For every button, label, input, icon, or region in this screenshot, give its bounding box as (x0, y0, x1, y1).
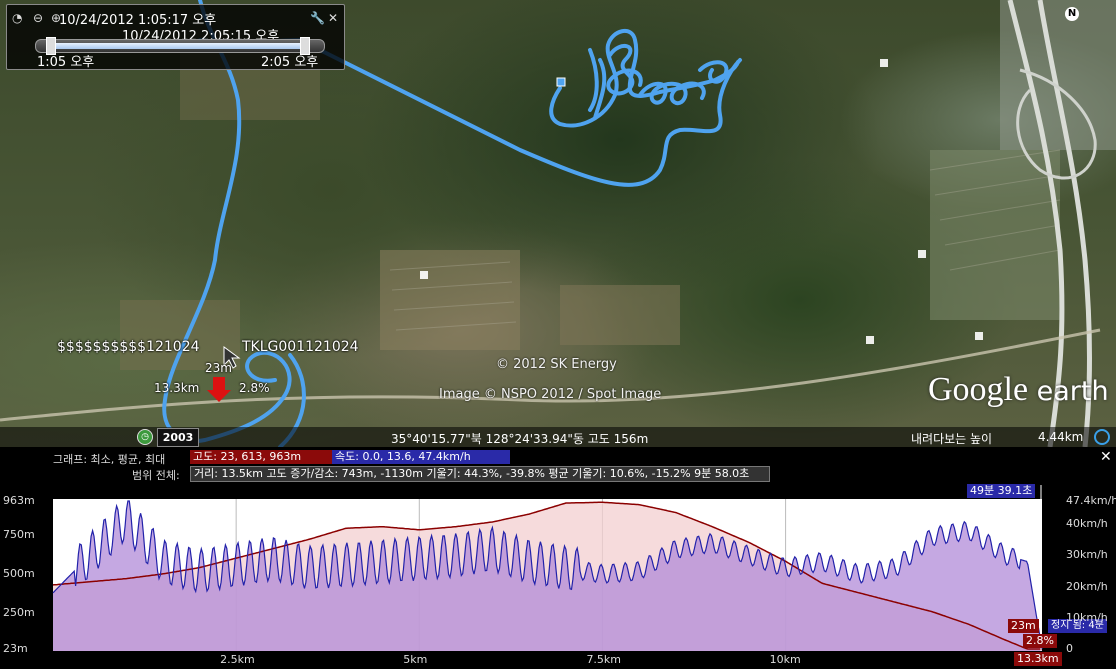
x-tick-label: 10km (769, 653, 801, 666)
wrench-icon[interactable]: 🔧 (310, 11, 325, 25)
profile-chart[interactable] (0, 447, 1116, 669)
zoom-out-time-icon[interactable]: ⊖ (33, 11, 43, 25)
marker-altitude: 23m (205, 361, 232, 375)
time-range-end: 2:05 오후 (261, 55, 319, 70)
speed-tick-label: 10km/h (1066, 610, 1108, 624)
copyright-spot: Image © NSPO 2012 / Spot Image (439, 387, 662, 402)
time-slider-panel: ◔ ⊖ ⊕ 10/24/2012 1:05:17 오후 🔧 ✕ 10/24/20… (6, 4, 345, 70)
eye-altitude-label: 내려다보는 높이 (911, 432, 993, 446)
time-badge: 49분 39.1초 (967, 484, 1036, 498)
clock-icon[interactable]: ◔ (12, 11, 22, 25)
x-tick-label: 5km (403, 653, 428, 666)
compass-north-icon[interactable]: N (1065, 7, 1079, 21)
streaming-status-icon (1094, 429, 1110, 445)
marker-distance: 13.3km (154, 381, 200, 395)
imagery-year[interactable]: 2003 (157, 428, 199, 447)
time-slider-range (50, 43, 306, 49)
marker-grade: 2.8% (239, 381, 270, 395)
altitude-tick-label: 500m (3, 566, 35, 580)
speed-tick-label: 0 (1066, 642, 1073, 655)
historical-imagery-icon[interactable]: ◷ (137, 429, 153, 445)
elevation-profile-panel: 그래프: 최소, 평균, 최대 고도: 23, 613, 963m 속도: 0.… (0, 447, 1116, 669)
track-name-left[interactable]: $$$$$$$$$$121024 (57, 339, 200, 355)
logo-google: Google (928, 371, 1029, 408)
cursor-altitude-chip: 23m (1008, 619, 1039, 633)
time-range-start: 1:05 오후 (37, 55, 95, 70)
logo-earth: earth (1036, 376, 1109, 407)
track-name-right[interactable]: TKLG001121024 (242, 339, 359, 355)
close-icon[interactable]: ✕ (328, 11, 338, 25)
speed-tick-label: 47.4km/h (1066, 494, 1116, 507)
altitude-tick-label: 963m (3, 494, 35, 507)
x-tick-label: 2.5km (220, 653, 255, 666)
copyright-sk: © 2012 SK Energy (496, 357, 617, 372)
altitude-tick-label: 250m (3, 606, 35, 620)
map-view[interactable]: ◔ ⊖ ⊕ 10/24/2012 1:05:17 오후 🔧 ✕ 10/24/20… (0, 0, 1116, 447)
cursor-grade-chip: 2.8% (1023, 634, 1057, 648)
altitude-tick-label: 23m (3, 642, 28, 655)
eye-altitude-value: 4.44km (1038, 430, 1084, 444)
x-tick-label: 7.5km (586, 653, 622, 666)
google-earth-logo: Google earth (928, 371, 1109, 409)
speed-tick-label: 20km/h (1066, 579, 1108, 593)
speed-tick-label: 40km/h (1066, 517, 1108, 531)
altitude-tick-label: 750m (3, 527, 35, 541)
cursor-distance-chip: 13.3km (1014, 652, 1062, 666)
cursor-coordinates: 35°40'15.77"북 128°24'33.94"동 고도 156m (391, 432, 649, 446)
speed-tick-label: 30km/h (1066, 548, 1108, 562)
